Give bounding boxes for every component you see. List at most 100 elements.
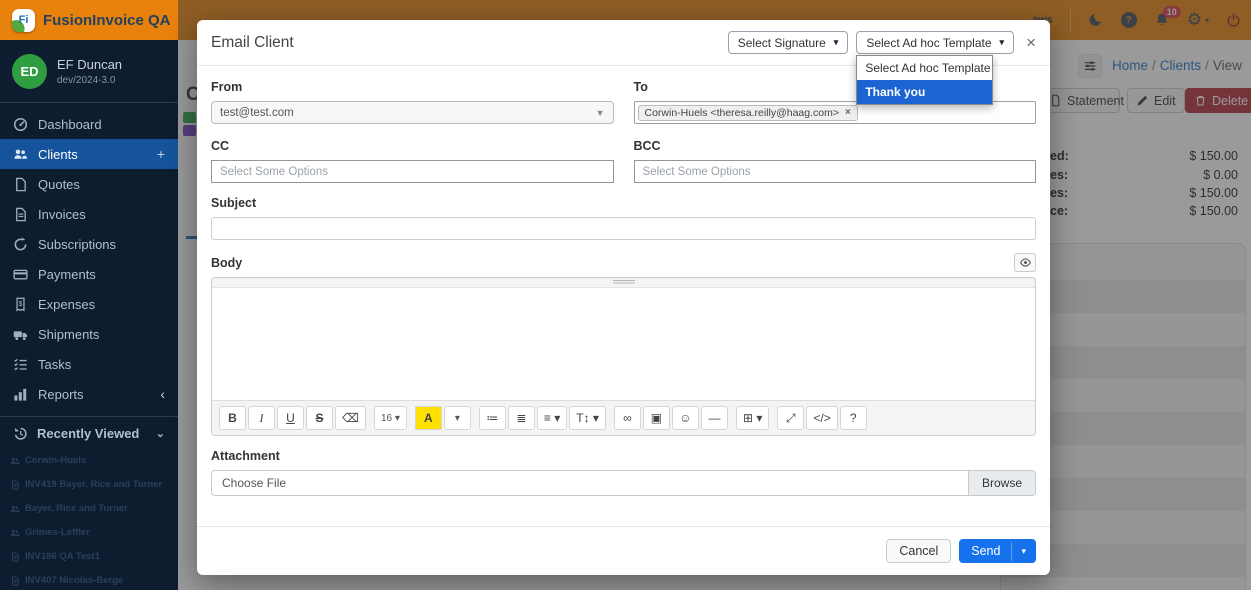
modal-footer: Cancel Send ▾	[197, 526, 1050, 575]
recent-item-label: INV419 Bayer, Rice and Turner	[25, 479, 162, 490]
dashboard-icon	[13, 117, 28, 132]
unordered-list-button[interactable]: ≔	[479, 406, 506, 430]
bcc-label: BCC	[634, 139, 1037, 153]
template-option-default[interactable]: Select Ad hoc Template	[857, 56, 992, 80]
user-profile[interactable]: ED EF Duncan dev/2024-3.0	[0, 40, 178, 103]
modal-header: Email Client Select Signature ▾ Select A…	[197, 20, 1050, 66]
add-client-button[interactable]: +	[157, 146, 165, 162]
preview-button[interactable]	[1014, 253, 1036, 272]
ordered-list-button[interactable]: ≣	[508, 406, 535, 430]
recent-item-label: Corwin-Huels	[25, 455, 86, 466]
insert-picture-button[interactable]: ▣	[643, 406, 670, 430]
credit-card-icon	[13, 267, 28, 282]
body-editarea[interactable]	[212, 288, 1035, 400]
clients-icon	[10, 456, 20, 466]
recent-item-client[interactable]: Corwin-Huels	[0, 448, 178, 472]
insert-emoji-button[interactable]: ☺	[672, 406, 699, 430]
invoice-icon	[10, 480, 20, 490]
send-button[interactable]: Send ▾	[959, 539, 1036, 563]
invoice-icon	[10, 576, 20, 586]
recent-item-label: INV186 QA Test1	[25, 551, 100, 562]
from-select[interactable]: test@test.com ▼	[211, 101, 614, 124]
clear-format-button[interactable]: ⌫	[335, 406, 366, 430]
history-icon	[13, 426, 28, 441]
template-option-thank-you[interactable]: Thank you	[857, 80, 992, 104]
recently-viewed-label: Recently Viewed	[37, 426, 139, 441]
app-window: Fi FusionInvoice QA aws ? 10 ⚙ ▾	[0, 0, 1251, 590]
sidebar-item-payments[interactable]: Payments	[0, 259, 178, 289]
strikethrough-button[interactable]: S	[306, 406, 333, 430]
editor-toolbar: B I U S ⌫ 16 ▾ A ▾ ≔ ≣	[212, 400, 1035, 435]
fullscreen-button[interactable]: ⤢	[777, 406, 804, 430]
quote-icon	[13, 177, 28, 192]
cancel-button[interactable]: Cancel	[886, 539, 951, 563]
sidebar-item-label: Reports	[38, 387, 84, 402]
editor-resize-handle[interactable]	[212, 278, 1035, 288]
insert-table-button[interactable]: ⊞ ▾	[736, 406, 769, 430]
subject-input[interactable]	[211, 217, 1036, 240]
recent-item-label: INV407 Nicolas-Berge	[25, 575, 123, 586]
chevron-down-icon: ▾	[1000, 37, 1005, 48]
sidebar-item-shipments[interactable]: Shipments	[0, 319, 178, 349]
recent-item-client[interactable]: Bayer, Rice and Turner	[0, 496, 178, 520]
send-options-caret[interactable]: ▾	[1011, 542, 1035, 561]
clients-icon	[10, 504, 20, 514]
help-button[interactable]: ?	[840, 406, 867, 430]
sidebar-item-label: Quotes	[38, 177, 80, 192]
sidebar-item-label: Shipments	[38, 327, 99, 342]
cc-input[interactable]	[211, 160, 614, 183]
bold-button[interactable]: B	[219, 406, 246, 430]
font-color-button[interactable]: A	[415, 406, 442, 430]
signature-select[interactable]: Select Signature ▾	[728, 31, 849, 54]
sidebar-item-tasks[interactable]: Tasks	[0, 349, 178, 379]
recent-item-label: Grimes-Leffler	[25, 527, 90, 538]
browse-button[interactable]: Browse	[968, 471, 1035, 495]
from-label: From	[211, 80, 614, 94]
sidebar-item-label: Clients	[38, 147, 78, 162]
line-height-button[interactable]: T↕ ▾	[569, 406, 606, 430]
sidebar-item-quotes[interactable]: Quotes	[0, 169, 178, 199]
sidebar-item-dashboard[interactable]: Dashboard	[0, 109, 178, 139]
close-icon[interactable]: ×	[1026, 34, 1036, 51]
attachment-file-input[interactable]: Choose File Browse	[211, 470, 1036, 496]
font-color-more-button[interactable]: ▾	[444, 406, 471, 430]
clients-icon	[10, 528, 20, 538]
sidebar-item-label: Invoices	[38, 207, 86, 222]
invoice-icon	[13, 207, 28, 222]
app-version: dev/2024-3.0	[57, 75, 122, 86]
adhoc-template-select[interactable]: Select Ad hoc Template ▾	[856, 31, 1014, 54]
insert-link-button[interactable]: ∞	[614, 406, 641, 430]
invoice-icon	[10, 552, 20, 562]
recent-item-invoice[interactable]: INV407 Nicolas-Berge	[0, 568, 178, 590]
clients-icon	[13, 147, 28, 162]
bcc-input[interactable]	[634, 160, 1037, 183]
refresh-icon	[13, 237, 28, 252]
sidebar-item-clients[interactable]: Clients +	[0, 139, 178, 169]
chevron-down-icon: ⌄	[156, 427, 165, 440]
recent-item-client[interactable]: Grimes-Leffler	[0, 520, 178, 544]
italic-button[interactable]: I	[248, 406, 275, 430]
task-list-icon	[13, 357, 28, 372]
body-editor: B I U S ⌫ 16 ▾ A ▾ ≔ ≣	[211, 277, 1036, 436]
horizontal-rule-button[interactable]: —	[701, 406, 728, 430]
underline-button[interactable]: U	[277, 406, 304, 430]
recent-item-invoice[interactable]: INV419 Bayer, Rice and Turner	[0, 472, 178, 496]
font-size-button[interactable]: 16 ▾	[374, 406, 407, 430]
recent-item-invoice[interactable]: INV186 QA Test1	[0, 544, 178, 568]
grip-icon	[613, 280, 635, 285]
svg-text:$: $	[19, 300, 23, 307]
sidebar-item-subscriptions[interactable]: Subscriptions	[0, 229, 178, 259]
chevron-left-icon: ‹	[160, 386, 165, 402]
paragraph-align-button[interactable]: ≡ ▾	[537, 406, 567, 430]
sidebar-item-invoices[interactable]: Invoices	[0, 199, 178, 229]
sidebar: ED EF Duncan dev/2024-3.0 Dashboard Clie…	[0, 40, 178, 590]
eye-icon	[1019, 256, 1032, 269]
sidebar-item-label: Payments	[38, 267, 96, 282]
email-client-modal: Email Client Select Signature ▾ Select A…	[197, 20, 1050, 575]
remove-recipient-icon[interactable]: ×	[845, 107, 851, 118]
code-view-button[interactable]: </>	[806, 406, 837, 430]
sidebar-item-expenses[interactable]: $ Expenses	[0, 289, 178, 319]
body-label: Body	[211, 256, 242, 270]
sidebar-item-reports[interactable]: Reports ‹	[0, 379, 178, 409]
recently-viewed-header[interactable]: Recently Viewed ⌄	[0, 417, 178, 448]
